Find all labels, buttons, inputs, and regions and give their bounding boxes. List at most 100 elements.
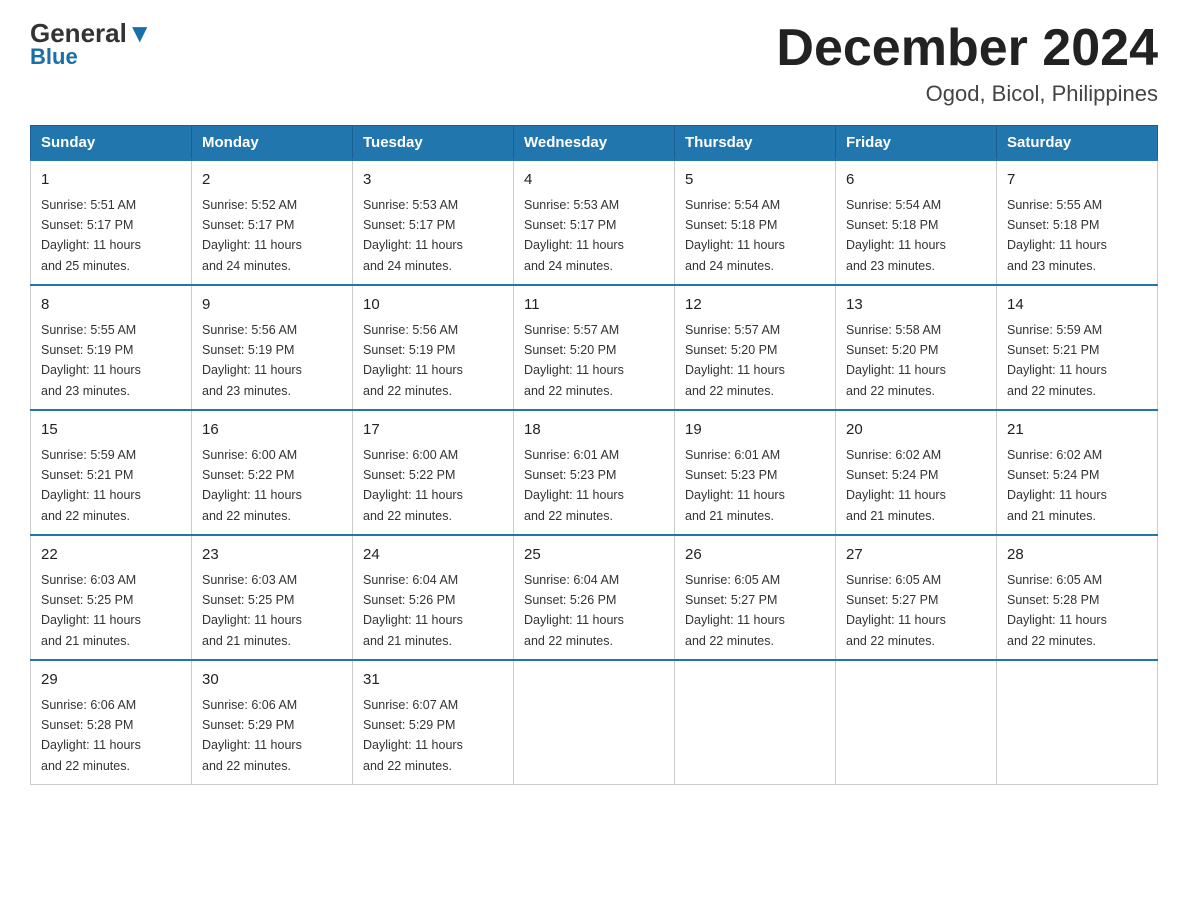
calendar-week-row: 1 Sunrise: 5:51 AM Sunset: 5:17 PM Dayli… — [31, 160, 1158, 285]
calendar-cell — [836, 660, 997, 785]
calendar-cell: 8 Sunrise: 5:55 AM Sunset: 5:19 PM Dayli… — [31, 285, 192, 410]
day-info: Sunrise: 6:04 AM Sunset: 5:26 PM Dayligh… — [524, 573, 624, 648]
calendar-week-row: 15 Sunrise: 5:59 AM Sunset: 5:21 PM Dayl… — [31, 410, 1158, 535]
calendar-cell — [997, 660, 1158, 785]
day-info: Sunrise: 5:54 AM Sunset: 5:18 PM Dayligh… — [846, 198, 946, 273]
calendar-cell: 18 Sunrise: 6:01 AM Sunset: 5:23 PM Dayl… — [514, 410, 675, 535]
logo-triangle-icon: ▼ — [127, 18, 153, 48]
calendar-cell: 15 Sunrise: 5:59 AM Sunset: 5:21 PM Dayl… — [31, 410, 192, 535]
calendar-cell — [514, 660, 675, 785]
calendar-cell: 12 Sunrise: 5:57 AM Sunset: 5:20 PM Dayl… — [675, 285, 836, 410]
day-number: 28 — [1007, 544, 1147, 567]
day-info: Sunrise: 5:53 AM Sunset: 5:17 PM Dayligh… — [363, 198, 463, 273]
calendar-cell: 26 Sunrise: 6:05 AM Sunset: 5:27 PM Dayl… — [675, 535, 836, 660]
month-title: December 2024 — [776, 20, 1158, 77]
calendar-cell: 25 Sunrise: 6:04 AM Sunset: 5:26 PM Dayl… — [514, 535, 675, 660]
calendar-cell: 13 Sunrise: 5:58 AM Sunset: 5:20 PM Dayl… — [836, 285, 997, 410]
day-number: 22 — [41, 544, 181, 567]
calendar-cell: 19 Sunrise: 6:01 AM Sunset: 5:23 PM Dayl… — [675, 410, 836, 535]
day-info: Sunrise: 5:57 AM Sunset: 5:20 PM Dayligh… — [685, 323, 785, 398]
day-number: 19 — [685, 419, 825, 442]
day-number: 15 — [41, 419, 181, 442]
day-info: Sunrise: 6:02 AM Sunset: 5:24 PM Dayligh… — [846, 448, 946, 523]
day-number: 24 — [363, 544, 503, 567]
day-number: 8 — [41, 294, 181, 317]
calendar-cell: 11 Sunrise: 5:57 AM Sunset: 5:20 PM Dayl… — [514, 285, 675, 410]
calendar-cell: 20 Sunrise: 6:02 AM Sunset: 5:24 PM Dayl… — [836, 410, 997, 535]
calendar-cell: 5 Sunrise: 5:54 AM Sunset: 5:18 PM Dayli… — [675, 160, 836, 285]
calendar-cell: 31 Sunrise: 6:07 AM Sunset: 5:29 PM Dayl… — [353, 660, 514, 785]
day-number: 11 — [524, 294, 664, 317]
calendar-cell: 9 Sunrise: 5:56 AM Sunset: 5:19 PM Dayli… — [192, 285, 353, 410]
day-info: Sunrise: 5:55 AM Sunset: 5:18 PM Dayligh… — [1007, 198, 1107, 273]
day-number: 13 — [846, 294, 986, 317]
day-info: Sunrise: 6:06 AM Sunset: 5:29 PM Dayligh… — [202, 698, 302, 773]
col-saturday: Saturday — [997, 126, 1158, 161]
calendar-cell: 22 Sunrise: 6:03 AM Sunset: 5:25 PM Dayl… — [31, 535, 192, 660]
page-header: General▼ Blue December 2024 Ogod, Bicol,… — [30, 20, 1158, 107]
day-info: Sunrise: 5:51 AM Sunset: 5:17 PM Dayligh… — [41, 198, 141, 273]
day-number: 16 — [202, 419, 342, 442]
day-number: 10 — [363, 294, 503, 317]
day-info: Sunrise: 6:00 AM Sunset: 5:22 PM Dayligh… — [363, 448, 463, 523]
calendar-week-row: 22 Sunrise: 6:03 AM Sunset: 5:25 PM Dayl… — [31, 535, 1158, 660]
day-info: Sunrise: 6:07 AM Sunset: 5:29 PM Dayligh… — [363, 698, 463, 773]
logo: General▼ Blue — [30, 20, 153, 70]
day-number: 1 — [41, 169, 181, 192]
day-number: 3 — [363, 169, 503, 192]
day-number: 9 — [202, 294, 342, 317]
day-number: 20 — [846, 419, 986, 442]
calendar-cell: 2 Sunrise: 5:52 AM Sunset: 5:17 PM Dayli… — [192, 160, 353, 285]
day-number: 4 — [524, 169, 664, 192]
day-number: 18 — [524, 419, 664, 442]
day-info: Sunrise: 6:03 AM Sunset: 5:25 PM Dayligh… — [41, 573, 141, 648]
calendar-cell: 29 Sunrise: 6:06 AM Sunset: 5:28 PM Dayl… — [31, 660, 192, 785]
day-info: Sunrise: 5:53 AM Sunset: 5:17 PM Dayligh… — [524, 198, 624, 273]
calendar-cell: 21 Sunrise: 6:02 AM Sunset: 5:24 PM Dayl… — [997, 410, 1158, 535]
day-number: 17 — [363, 419, 503, 442]
day-info: Sunrise: 5:58 AM Sunset: 5:20 PM Dayligh… — [846, 323, 946, 398]
calendar-header-row: Sunday Monday Tuesday Wednesday Thursday… — [31, 126, 1158, 161]
day-info: Sunrise: 6:05 AM Sunset: 5:27 PM Dayligh… — [846, 573, 946, 648]
calendar-cell: 4 Sunrise: 5:53 AM Sunset: 5:17 PM Dayli… — [514, 160, 675, 285]
calendar-cell: 7 Sunrise: 5:55 AM Sunset: 5:18 PM Dayli… — [997, 160, 1158, 285]
day-info: Sunrise: 6:04 AM Sunset: 5:26 PM Dayligh… — [363, 573, 463, 648]
day-number: 7 — [1007, 169, 1147, 192]
day-number: 14 — [1007, 294, 1147, 317]
col-sunday: Sunday — [31, 126, 192, 161]
day-info: Sunrise: 6:03 AM Sunset: 5:25 PM Dayligh… — [202, 573, 302, 648]
day-info: Sunrise: 5:55 AM Sunset: 5:19 PM Dayligh… — [41, 323, 141, 398]
calendar-cell: 3 Sunrise: 5:53 AM Sunset: 5:17 PM Dayli… — [353, 160, 514, 285]
day-info: Sunrise: 5:57 AM Sunset: 5:20 PM Dayligh… — [524, 323, 624, 398]
calendar-week-row: 29 Sunrise: 6:06 AM Sunset: 5:28 PM Dayl… — [31, 660, 1158, 785]
day-info: Sunrise: 6:05 AM Sunset: 5:27 PM Dayligh… — [685, 573, 785, 648]
title-block: December 2024 Ogod, Bicol, Philippines — [776, 20, 1158, 107]
day-info: Sunrise: 6:06 AM Sunset: 5:28 PM Dayligh… — [41, 698, 141, 773]
calendar-cell: 28 Sunrise: 6:05 AM Sunset: 5:28 PM Dayl… — [997, 535, 1158, 660]
day-info: Sunrise: 5:52 AM Sunset: 5:17 PM Dayligh… — [202, 198, 302, 273]
calendar-cell: 10 Sunrise: 5:56 AM Sunset: 5:19 PM Dayl… — [353, 285, 514, 410]
col-thursday: Thursday — [675, 126, 836, 161]
day-info: Sunrise: 6:02 AM Sunset: 5:24 PM Dayligh… — [1007, 448, 1107, 523]
calendar-cell: 6 Sunrise: 5:54 AM Sunset: 5:18 PM Dayli… — [836, 160, 997, 285]
location-title: Ogod, Bicol, Philippines — [776, 81, 1158, 107]
calendar-cell: 23 Sunrise: 6:03 AM Sunset: 5:25 PM Dayl… — [192, 535, 353, 660]
day-info: Sunrise: 5:56 AM Sunset: 5:19 PM Dayligh… — [202, 323, 302, 398]
day-info: Sunrise: 5:59 AM Sunset: 5:21 PM Dayligh… — [41, 448, 141, 523]
day-number: 29 — [41, 669, 181, 692]
calendar-cell: 24 Sunrise: 6:04 AM Sunset: 5:26 PM Dayl… — [353, 535, 514, 660]
day-number: 26 — [685, 544, 825, 567]
calendar-cell: 30 Sunrise: 6:06 AM Sunset: 5:29 PM Dayl… — [192, 660, 353, 785]
day-info: Sunrise: 5:59 AM Sunset: 5:21 PM Dayligh… — [1007, 323, 1107, 398]
calendar-table: Sunday Monday Tuesday Wednesday Thursday… — [30, 125, 1158, 785]
calendar-week-row: 8 Sunrise: 5:55 AM Sunset: 5:19 PM Dayli… — [31, 285, 1158, 410]
col-monday: Monday — [192, 126, 353, 161]
calendar-cell: 16 Sunrise: 6:00 AM Sunset: 5:22 PM Dayl… — [192, 410, 353, 535]
day-info: Sunrise: 5:54 AM Sunset: 5:18 PM Dayligh… — [685, 198, 785, 273]
day-number: 5 — [685, 169, 825, 192]
day-info: Sunrise: 6:05 AM Sunset: 5:28 PM Dayligh… — [1007, 573, 1107, 648]
calendar-cell: 1 Sunrise: 5:51 AM Sunset: 5:17 PM Dayli… — [31, 160, 192, 285]
day-number: 2 — [202, 169, 342, 192]
day-number: 6 — [846, 169, 986, 192]
col-tuesday: Tuesday — [353, 126, 514, 161]
